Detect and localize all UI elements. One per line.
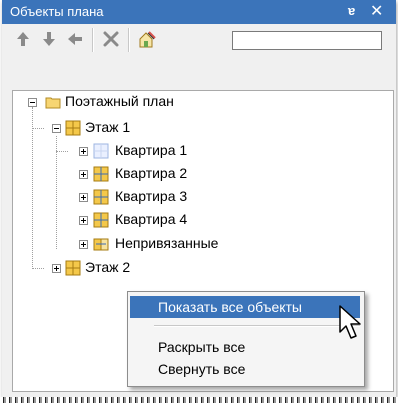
tree-node-apartment[interactable]: Квартира 4 — [115, 211, 187, 227]
menu-separator — [154, 325, 360, 327]
menu-item-label: Показать все объекты — [158, 299, 302, 315]
panel-title: Объекты плана — [10, 4, 104, 19]
properties-icon[interactable] — [136, 28, 158, 50]
tree-node-apartment[interactable]: Квартира 1 — [115, 142, 187, 158]
tree-node-floor-1[interactable]: Этаж 1 — [85, 119, 130, 135]
toolbar-separator — [128, 28, 130, 52]
apartment-icon — [93, 212, 109, 228]
apartment-icon — [93, 189, 109, 205]
context-menu: Показать все объекты Раскрыть все Сверну… — [127, 291, 365, 387]
menu-item-label: Свернуть все — [158, 361, 246, 377]
menu-item-show-all-objects[interactable]: Показать все объекты — [130, 296, 360, 318]
toolbar-separator — [92, 28, 94, 52]
root-collapse-button[interactable] — [28, 98, 37, 107]
floor-plan-icon — [65, 120, 81, 136]
close-icon[interactable]: ✕ — [370, 1, 383, 21]
pin-icon[interactable]: ɐ — [348, 3, 355, 18]
menu-item-label: Раскрыть все — [158, 339, 246, 355]
panel-titlebar: Объекты плана ɐ ✕ — [2, 0, 396, 24]
floor2-expand-button[interactable] — [52, 264, 61, 273]
tree-line — [56, 151, 68, 152]
tree-line — [56, 136, 57, 249]
folder-icon — [45, 97, 61, 109]
menu-item-collapse-all[interactable]: Свернуть все — [130, 358, 360, 380]
floor1-collapse-button[interactable] — [52, 124, 61, 133]
delete-icon[interactable] — [100, 28, 122, 50]
search-input[interactable] — [232, 31, 382, 50]
tree-node-apartment[interactable]: Квартира 3 — [115, 188, 187, 204]
apartment-2-expand-button[interactable] — [79, 170, 88, 179]
apartment-unbound-icon — [93, 143, 109, 159]
tree-node-apartment[interactable]: Квартира 2 — [115, 165, 187, 181]
arrow-left-icon[interactable] — [64, 28, 86, 50]
apartment-icon — [93, 166, 109, 182]
background-edge — [0, 397, 398, 403]
floor-plan-icon — [65, 260, 81, 276]
menu-item-expand-all[interactable]: Раскрыть все — [130, 336, 360, 358]
tree-line — [32, 107, 33, 267]
arrow-up-icon[interactable] — [12, 28, 34, 50]
arrow-down-icon[interactable] — [38, 28, 60, 50]
tree-node-floor-2[interactable]: Этаж 2 — [85, 259, 130, 275]
tree-line — [32, 128, 44, 129]
tree-node-root[interactable]: Поэтажный план — [65, 93, 174, 109]
apartment-4-expand-button[interactable] — [79, 216, 88, 225]
apartment-3-expand-button[interactable] — [79, 193, 88, 202]
apartment-1-expand-button[interactable] — [79, 147, 88, 156]
mouse-cursor-icon — [339, 305, 361, 339]
unbound-objects-icon — [93, 238, 109, 251]
tree-node-unbound[interactable]: Непривязанные — [115, 235, 218, 251]
tree-line — [32, 268, 44, 269]
unbound-expand-button[interactable] — [79, 240, 88, 249]
